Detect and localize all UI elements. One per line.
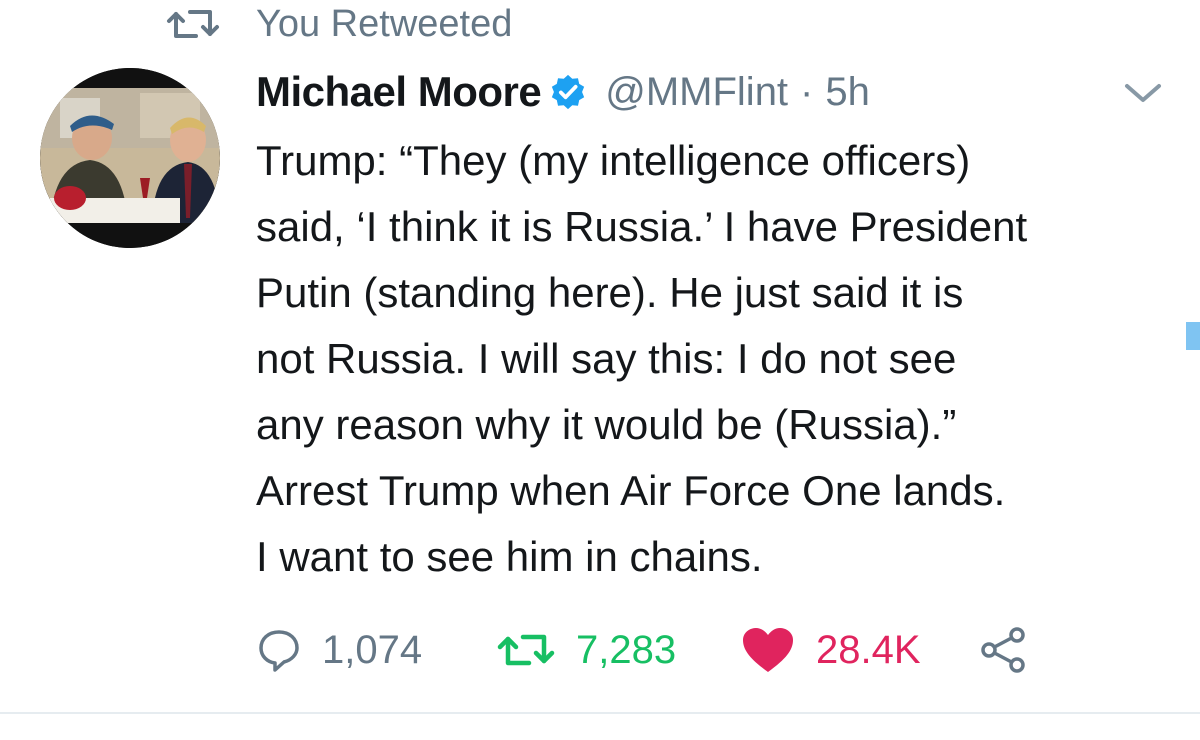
like-button[interactable]: 28.4K: [740, 625, 978, 675]
tweet-text-line: Putin (standing here). He just said it i…: [256, 269, 964, 316]
avatar[interactable]: [40, 68, 220, 248]
author-handle[interactable]: @MMFlint: [605, 70, 788, 115]
tweet-text-line: said, ‘I think it is Russia.’ I have Pre…: [256, 203, 1028, 250]
tweet-text-line: Arrest Trump when Air Force One lands.: [256, 467, 1006, 514]
scroll-indicator: [1186, 322, 1200, 350]
verified-badge-icon: [552, 74, 585, 110]
retweet-context-icon: [167, 10, 219, 38]
heart-icon: [743, 628, 793, 672]
tweet-action-bar: 1,074 7,283 28.4K: [256, 618, 1028, 682]
tweet-text: Trump: “They (my intelligence officers) …: [256, 128, 1186, 590]
like-count: 28.4K: [816, 627, 921, 672]
tweet-text-line: Trump: “They (my intelligence officers): [256, 137, 971, 184]
avatar-image: [40, 68, 220, 248]
share-icon: [981, 627, 1025, 673]
tweet-divider: [0, 712, 1200, 714]
share-button[interactable]: [978, 625, 1028, 675]
author-display-name[interactable]: Michael Moore: [256, 68, 542, 116]
tweet-header: Michael Moore @MMFlint · 5h: [256, 64, 870, 120]
header-separator: ·: [800, 69, 814, 114]
retweet-button[interactable]: 7,283: [496, 627, 740, 673]
reply-button[interactable]: 1,074: [256, 627, 496, 673]
chevron-down-icon[interactable]: [1124, 82, 1162, 106]
tweet-text-line: any reason why it would be (Russia).”: [256, 401, 957, 448]
retweet-count: 7,283: [576, 627, 677, 672]
tweet-text-line: not Russia. I will say this: I do not se…: [256, 335, 957, 382]
retweeted-context-label: You Retweeted: [256, 3, 513, 45]
reply-bubble-icon: [259, 630, 299, 672]
reply-count: 1,074: [322, 627, 423, 672]
retweet-icon: [497, 634, 555, 666]
tweet-timestamp[interactable]: 5h: [825, 70, 870, 115]
tweet-text-line: I want to see him in chains.: [256, 533, 763, 580]
